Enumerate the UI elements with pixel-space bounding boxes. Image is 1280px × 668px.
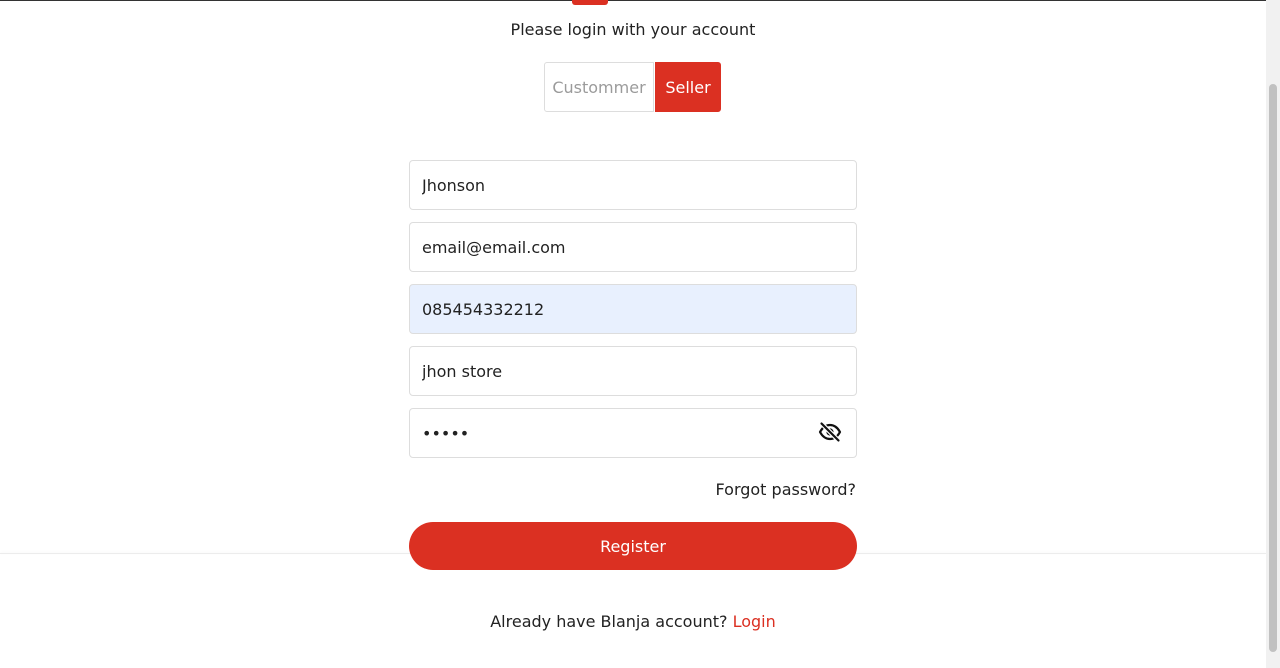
footer-prompt: Already have Blanja account? Login	[0, 612, 1266, 631]
role-toggle: Custommer Seller	[544, 62, 721, 112]
eye-slash-icon[interactable]	[818, 420, 842, 444]
email-input[interactable]	[409, 222, 857, 272]
logo	[572, 0, 608, 5]
page-subtitle: Please login with your account	[510, 20, 756, 39]
login-link[interactable]: Login	[733, 612, 776, 631]
footer-prompt-text: Already have Blanja account?	[490, 612, 733, 631]
customer-role-button[interactable]: Custommer	[544, 62, 654, 112]
top-divider	[0, 0, 1266, 1]
seller-role-button[interactable]: Seller	[655, 62, 721, 112]
register-page: Please login with your account Custommer…	[0, 0, 1280, 668]
forgot-password-link[interactable]: Forgot password?	[716, 480, 856, 499]
phone-input[interactable]	[409, 284, 857, 334]
password-input[interactable]	[409, 408, 857, 458]
register-button[interactable]: Register	[409, 522, 857, 570]
scrollbar-thumb[interactable]	[1269, 84, 1277, 652]
store-name-input[interactable]	[409, 346, 857, 396]
scrollbar[interactable]	[1266, 0, 1280, 668]
name-input[interactable]	[409, 160, 857, 210]
